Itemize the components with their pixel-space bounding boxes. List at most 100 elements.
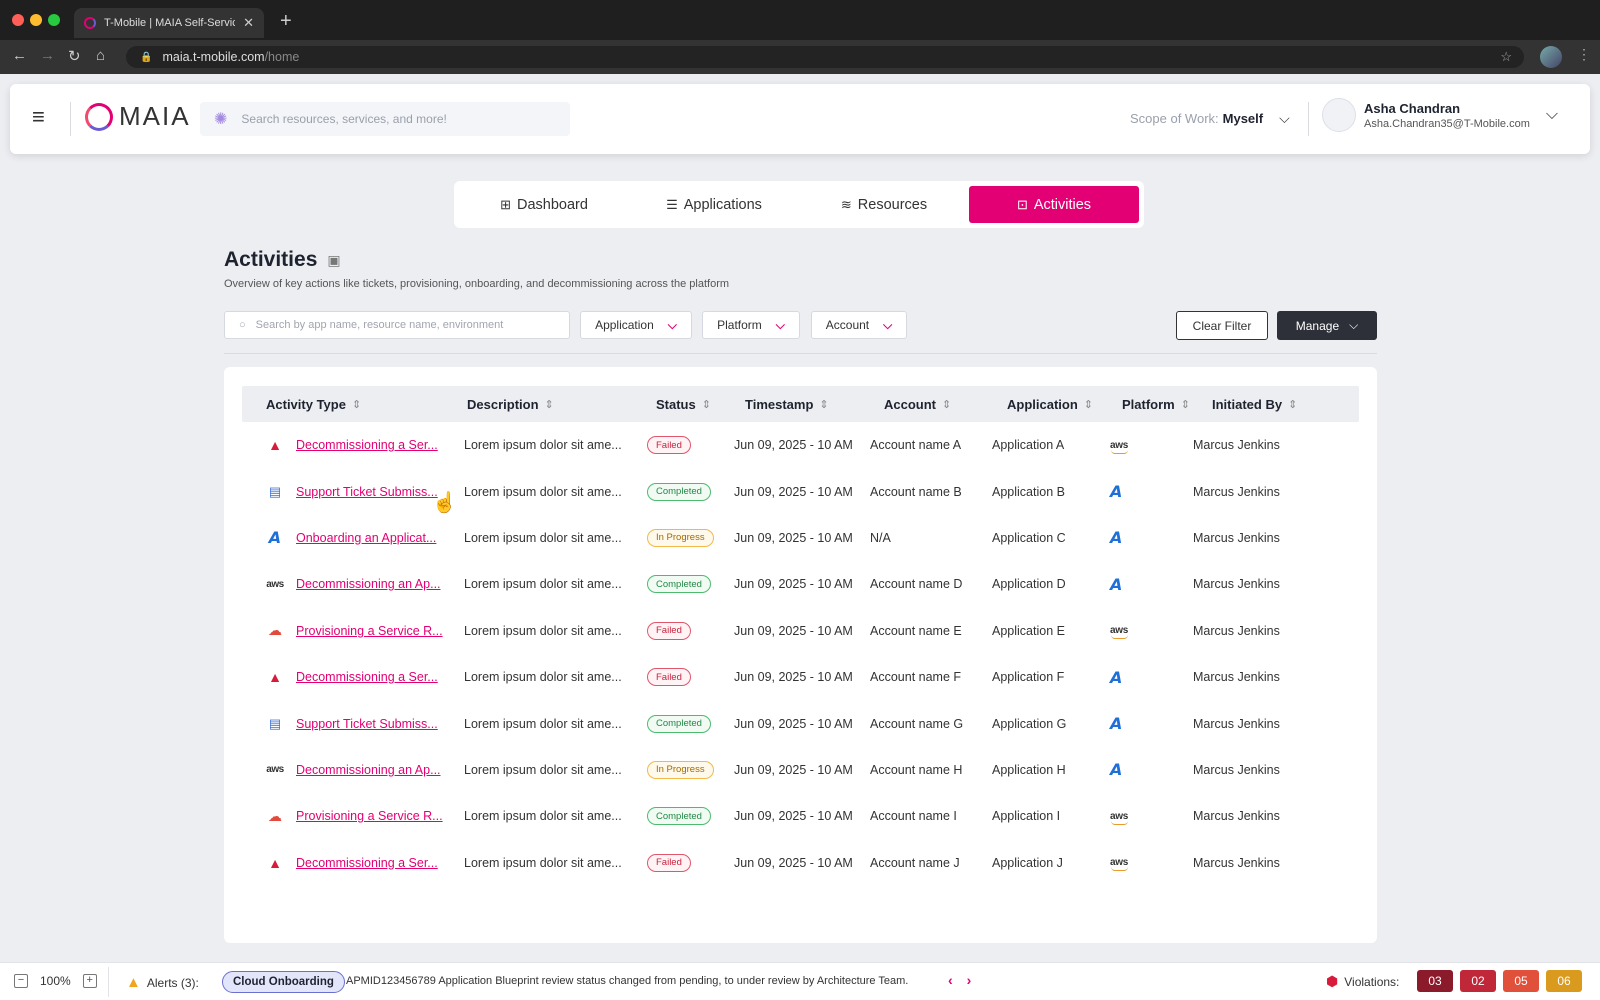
- manage-button[interactable]: Manage ⌵: [1277, 311, 1377, 340]
- column-header-account[interactable]: Account ⇕: [884, 386, 951, 422]
- tab-resources[interactable]: ≋ Resources: [799, 186, 969, 223]
- alerts-label: Alerts (3):: [146, 975, 199, 990]
- alerts-summary[interactable]: ▲ Alerts (3):: [126, 974, 199, 991]
- table-row[interactable]: ▲ Decommissioning a Ser... Lorem ipsum dol…: [242, 422, 1359, 468]
- tab-dashboard[interactable]: ⊞ Dashboard: [459, 186, 629, 223]
- activity-link[interactable]: Decommissioning an Ap...: [296, 763, 441, 777]
- user-menu[interactable]: Asha Chandran Asha.Chandran35@T-Mobile.c…: [1322, 98, 1558, 132]
- alert-category-badge[interactable]: Cloud Onboarding: [222, 971, 345, 993]
- status-badge: Failed: [647, 621, 691, 640]
- violation-count-medium[interactable]: 05: [1503, 970, 1539, 992]
- table-row[interactable]: ▲ Decommissioning a Ser... Lorem ipsum dol…: [242, 654, 1359, 700]
- aws-icon: aws: [1110, 857, 1129, 872]
- activity-link[interactable]: Decommissioning a Ser...: [296, 438, 438, 452]
- hamburger-menu-icon[interactable]: ≡: [32, 106, 45, 128]
- table-row[interactable]: ▤ Support Ticket Submiss... Lorem ipsum do…: [242, 468, 1359, 514]
- page-title-text: Activities: [224, 248, 318, 271]
- column-header-initiated-by[interactable]: Initiated By ⇕: [1212, 386, 1297, 422]
- avatar: [1322, 98, 1356, 132]
- cell-activity-type: ▲ Decommissioning a Ser...: [266, 840, 438, 886]
- home-icon[interactable]: ⌂: [96, 47, 105, 64]
- forward-icon[interactable]: →: [40, 47, 55, 64]
- close-tab-icon[interactable]: ✕: [243, 15, 254, 31]
- activity-link[interactable]: Support Ticket Submiss...: [296, 485, 438, 499]
- scope-of-work-selector[interactable]: Scope of Work: Myself ⌵: [1130, 110, 1290, 127]
- sort-icon[interactable]: ⇕: [942, 398, 951, 411]
- alert-triangle-icon: ▲: [268, 854, 282, 871]
- column-header-activity-type[interactable]: Activity Type ⇕: [266, 386, 361, 422]
- activity-link[interactable]: Onboarding an Applicat...: [296, 531, 436, 545]
- activity-link[interactable]: Decommissioning an Ap...: [296, 577, 441, 591]
- table-row[interactable]: aws Decommissioning an Ap... Lorem ipsum d…: [242, 747, 1359, 793]
- column-header-status[interactable]: Status ⇕: [656, 386, 711, 422]
- chevron-down-icon: ⌵: [1545, 106, 1558, 123]
- sort-icon[interactable]: ⇕: [1288, 398, 1297, 411]
- back-icon[interactable]: ←: [12, 47, 27, 64]
- violation-count-critical[interactable]: 03: [1417, 970, 1453, 992]
- activity-search-input[interactable]: ○ Search by app name, resource name, env…: [224, 311, 570, 339]
- cell-application: Application C: [992, 530, 1066, 545]
- table-row[interactable]: ▲ Decommissioning a Ser... Lorem ipsum dol…: [242, 840, 1359, 886]
- column-header-application[interactable]: Application ⇕: [1007, 386, 1093, 422]
- chevron-left-icon[interactable]: ‹: [948, 972, 953, 988]
- azure-icon: A: [1110, 528, 1123, 548]
- minimize-window-button[interactable]: [30, 14, 42, 26]
- table-row[interactable]: aws Decommissioning an Ap... Lorem ipsum d…: [242, 561, 1359, 607]
- cell-activity-type: A Onboarding an Applicat...: [266, 515, 437, 561]
- account-filter-dropdown[interactable]: Account ⌵: [811, 311, 907, 339]
- logo-ring-icon: [85, 102, 113, 131]
- browser-tab[interactable]: T-Mobile | MAIA Self-Service ✕: [74, 8, 264, 38]
- browser-toolbar: ← → ↻ ⌂ 🔒 maia.t-mobile.com/home ☆ ⋮: [0, 40, 1600, 74]
- table-row[interactable]: A Onboarding an Applicat... Lorem ipsum do…: [242, 515, 1359, 561]
- tab-applications[interactable]: ☰ Applications: [629, 186, 799, 223]
- table-row[interactable]: ▤ Support Ticket Submiss... Lorem ipsum do…: [242, 700, 1359, 746]
- activity-link[interactable]: Provisioning a Service R...: [296, 809, 443, 823]
- application-filter-dropdown[interactable]: Application ⌵: [580, 311, 692, 339]
- sort-icon[interactable]: ⇕: [545, 398, 554, 411]
- cell-platform: A: [1110, 654, 1122, 700]
- zoom-out-icon[interactable]: −: [14, 974, 28, 988]
- status-divider: [108, 967, 109, 997]
- maximize-window-button[interactable]: [48, 14, 60, 26]
- clear-filter-button[interactable]: Clear Filter: [1176, 311, 1268, 340]
- sort-icon[interactable]: ⇕: [702, 398, 711, 411]
- activity-link[interactable]: Provisioning a Service R...: [296, 624, 443, 638]
- status-badge: In Progress: [647, 528, 714, 547]
- info-panel-icon[interactable]: ▣: [327, 252, 340, 269]
- sort-icon[interactable]: ⇕: [819, 398, 828, 411]
- zoom-in-icon[interactable]: +: [82, 974, 97, 988]
- new-tab-icon[interactable]: +: [280, 10, 292, 33]
- global-search-input[interactable]: ✺ Search resources, services, and more!: [200, 102, 570, 136]
- cell-activity-type: ▲ Decommissioning a Ser...: [266, 654, 438, 700]
- activity-link[interactable]: Decommissioning a Ser...: [296, 856, 438, 870]
- maia-logo[interactable]: MAIA: [85, 101, 191, 132]
- browser-menu-icon[interactable]: ⋮: [1577, 46, 1591, 63]
- chevron-right-icon[interactable]: ›: [967, 972, 972, 988]
- platform-filter-dropdown[interactable]: Platform ⌵: [702, 311, 800, 339]
- sort-icon[interactable]: ⇕: [1181, 398, 1190, 411]
- violation-count-high[interactable]: 02: [1460, 970, 1496, 992]
- cell-platform: aws: [1110, 422, 1128, 468]
- column-header-description[interactable]: Description ⇕: [467, 386, 554, 422]
- cell-platform: aws: [1110, 793, 1128, 839]
- violation-count-low[interactable]: 06: [1546, 970, 1582, 992]
- sort-icon[interactable]: ⇕: [1084, 398, 1093, 411]
- cell-initiated-by: Marcus Jenkins: [1193, 577, 1280, 592]
- bookmark-star-icon[interactable]: ☆: [1500, 49, 1512, 65]
- tab-activities[interactable]: ⊡ Activities: [969, 186, 1139, 223]
- address-bar[interactable]: 🔒 maia.t-mobile.com/home ☆: [126, 46, 1524, 68]
- browser-profile-icon[interactable]: [1540, 46, 1562, 68]
- chevron-down-icon: ⌵: [1279, 110, 1290, 126]
- sort-icon[interactable]: ⇕: [352, 398, 361, 411]
- cell-timestamp: Jun 09, 2025 - 10 AM: [734, 530, 853, 545]
- cell-application: Application B: [992, 484, 1065, 499]
- column-header-timestamp[interactable]: Timestamp ⇕: [745, 386, 829, 422]
- table-row[interactable]: ☁ Provisioning a Service R... Lorem ipsum …: [242, 793, 1359, 839]
- activity-link[interactable]: Decommissioning a Ser...: [296, 670, 438, 684]
- column-header-platform[interactable]: Platform ⇕: [1122, 386, 1190, 422]
- close-window-button[interactable]: [12, 14, 24, 26]
- cell-timestamp: Jun 09, 2025 - 10 AM: [734, 484, 853, 499]
- reload-icon[interactable]: ↻: [68, 47, 81, 65]
- table-row[interactable]: ☁ Provisioning a Service R... Lorem ipsum …: [242, 608, 1359, 654]
- activity-link[interactable]: Support Ticket Submiss...: [296, 717, 438, 731]
